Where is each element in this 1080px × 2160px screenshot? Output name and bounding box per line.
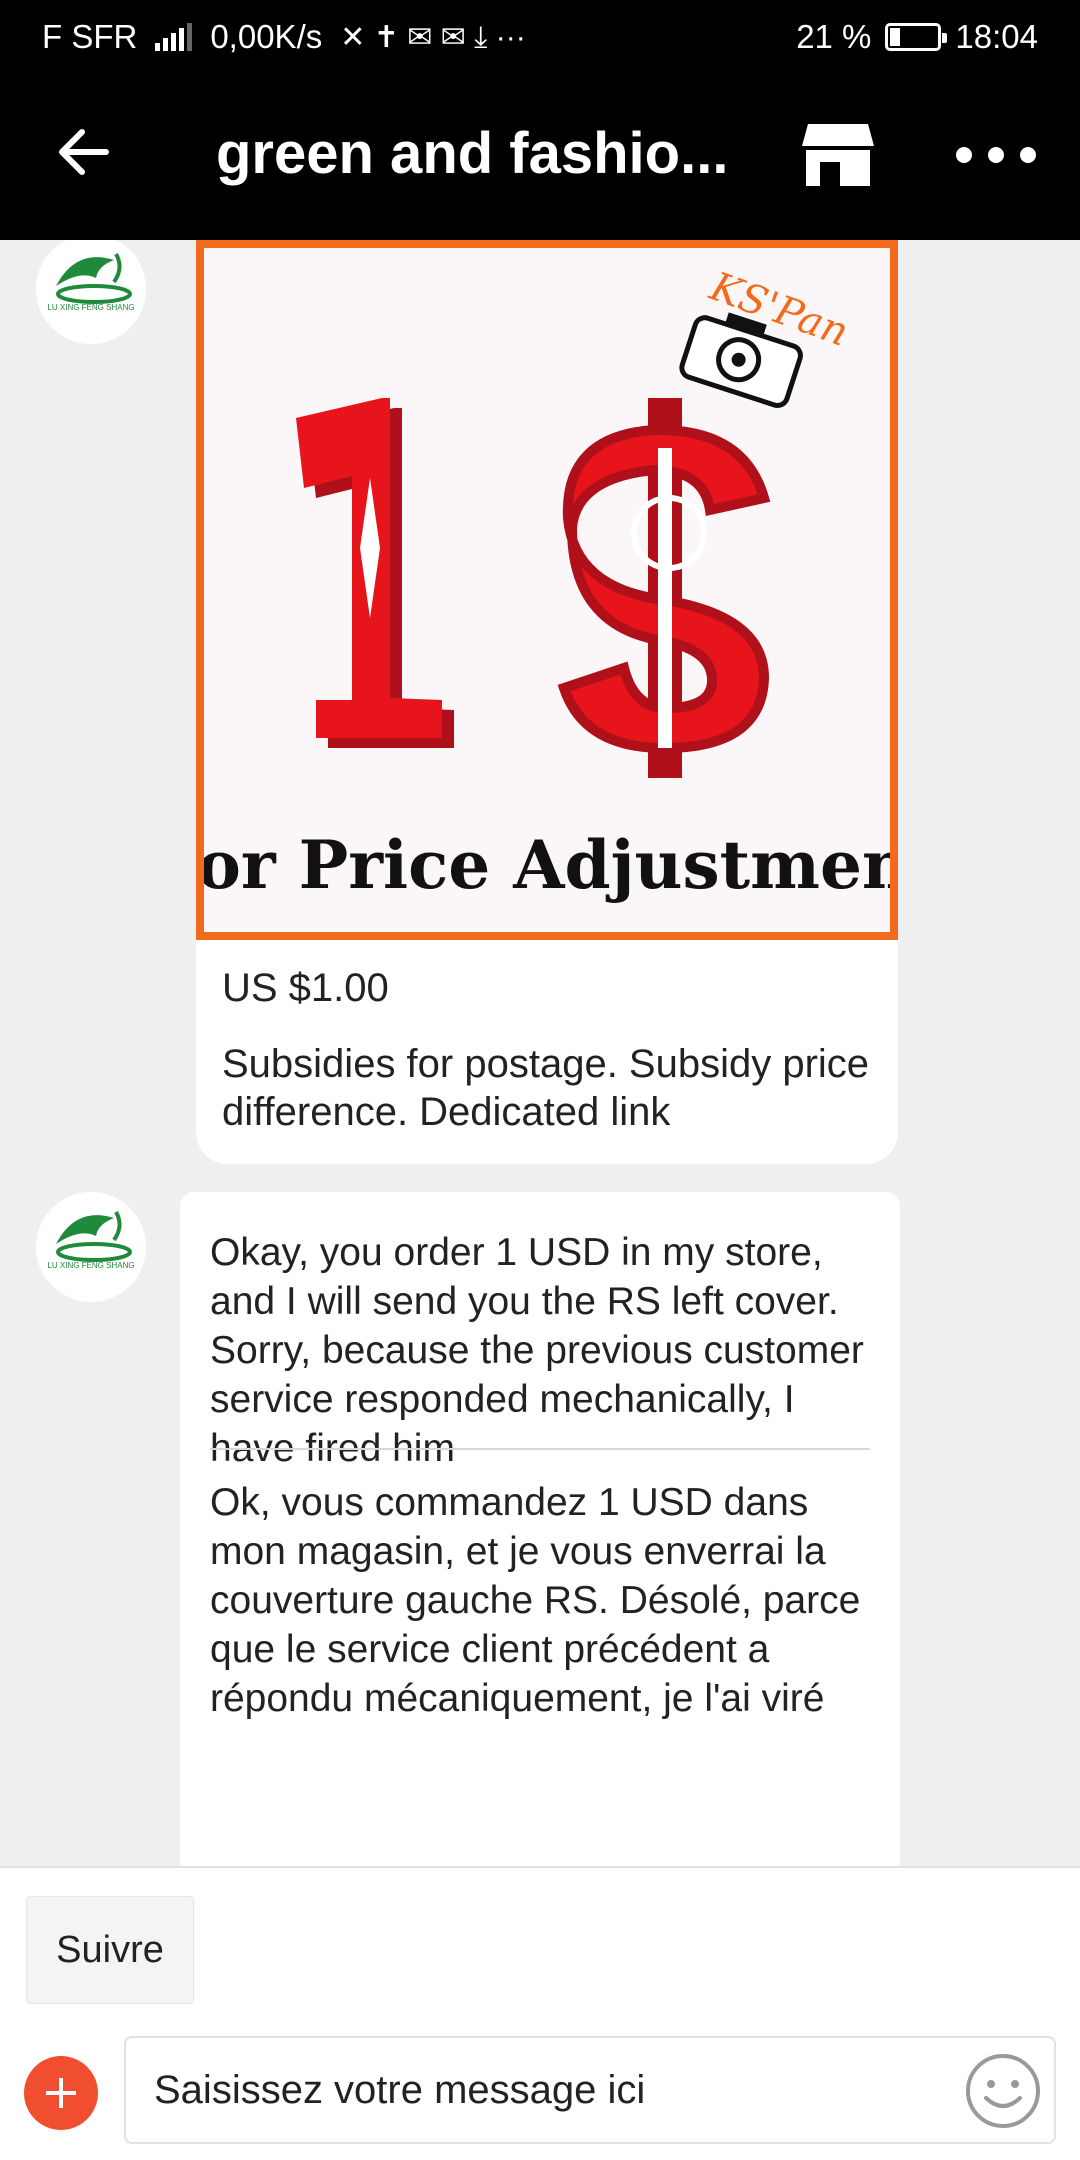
dollar-sign-graphic (557, 398, 771, 778)
product-image-caption: For Price Adjustment (204, 826, 890, 904)
seller-avatar[interactable]: LU XING FENG SHANG (36, 1192, 146, 1302)
composer-panel: Suivre (0, 1866, 1080, 2160)
product-description: Subsidies for postage. Subsidy price dif… (222, 1042, 870, 1134)
carrier-label: F SFR (42, 18, 138, 55)
number-one-graphic (296, 398, 454, 748)
message-bubble[interactable]: Okay, you order 1 USD in my store, and I… (180, 1192, 900, 1866)
store-icon[interactable] (800, 122, 876, 188)
network-speed: 0,00K/s (210, 18, 323, 55)
seller-logo-icon: LU XING FENG SHANG (36, 1192, 146, 1302)
more-options-icon[interactable] (956, 140, 1036, 170)
clock: 18:04 (955, 18, 1038, 55)
message-translated-text: Ok, vous commandez 1 USD dans mon magasi… (210, 1481, 861, 1720)
signal-icon (155, 23, 193, 51)
chat-area[interactable]: LU XING FENG SHANG KS'Pan or Price Adjus… (0, 240, 1080, 1866)
product-card[interactable]: KS'Pan or Price Adjustmen US $1.00 Subsi… (196, 240, 898, 1164)
translation-divider (210, 1448, 870, 1450)
svg-text:LU XING FENG SHANG: LU XING FENG SHANG (47, 303, 134, 312)
seller-logo-icon: LU XING FENG SHANG (36, 240, 146, 344)
message-input[interactable] (154, 2038, 954, 2142)
message-input-box[interactable] (124, 2036, 1056, 2144)
plus-icon[interactable] (24, 2056, 98, 2130)
status-bar: F SFR 0,00K/s ✕ ✝ ✉ ✉ ⤓ ··· 21 % 18:04 (0, 0, 1080, 74)
svg-text:LU XING FENG SHANG: LU XING FENG SHANG (47, 1261, 134, 1270)
arrow-left-icon[interactable] (52, 120, 116, 184)
product-image[interactable]: KS'Pan or Price Adjustmen (196, 240, 898, 940)
conversation-title: green and fashio... (216, 121, 729, 186)
seller-avatar[interactable]: LU XING FENG SHANG (36, 240, 146, 344)
notification-icons: ✕ ✝ ✉ ✉ ⤓ ··· (340, 20, 526, 54)
battery-icon (885, 23, 948, 51)
smiley-icon[interactable] (964, 2052, 1042, 2130)
product-price: US $1.00 (222, 966, 389, 1010)
follow-button[interactable]: Suivre (26, 1896, 194, 2004)
app-bar: green and fashio... (0, 74, 1080, 240)
message-original-text: Okay, you order 1 USD in my store, and I… (210, 1231, 864, 1470)
battery-percent: 21 % (796, 18, 872, 55)
product-image-graphic: KS'Pan or Price Adjustmen (196, 263, 898, 904)
